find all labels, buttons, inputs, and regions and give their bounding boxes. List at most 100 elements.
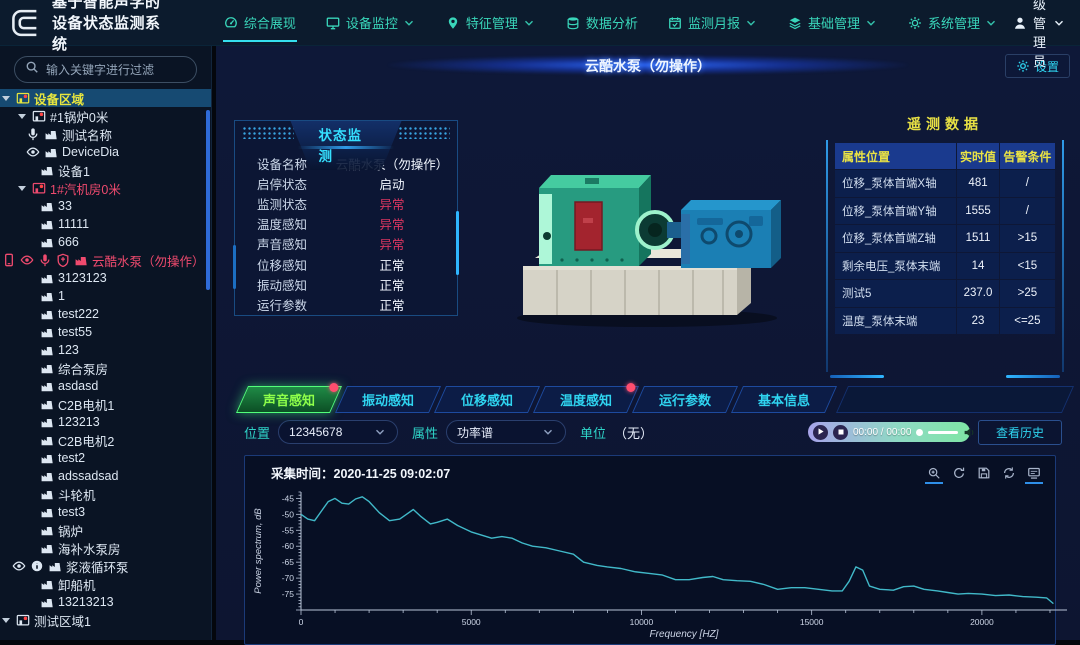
tree-item[interactable]: 13213213 [0, 593, 211, 611]
tree-item[interactable]: adssadsad [0, 467, 211, 485]
search-box[interactable] [14, 56, 197, 83]
tree-item[interactable]: test3 [0, 503, 211, 521]
save-tool-icon[interactable] [977, 466, 991, 480]
factory-icon [40, 163, 54, 177]
svg-text:Power spectrum, dB: Power spectrum, dB [253, 508, 264, 594]
tree-item[interactable]: 1#汽机房0米 [0, 179, 211, 197]
location-select[interactable]: 12345678 [278, 420, 398, 444]
expander-icon[interactable] [18, 186, 26, 191]
audio-player: 00:00 / 00:00 [808, 422, 970, 442]
tree-item[interactable]: 测试区域1 [0, 611, 211, 629]
table-cell: <15 [1000, 253, 1055, 280]
nav-item[interactable]: 基础管理 [773, 0, 893, 45]
tab-运行参数[interactable]: 运行参数 [632, 386, 738, 413]
nav-item[interactable]: 系统管理 [893, 0, 1013, 45]
nav-item[interactable]: 监测月报 [653, 0, 773, 45]
expander-icon[interactable] [2, 96, 10, 101]
tab-声音感知[interactable]: 声音感知 [236, 386, 342, 413]
tab-位移感知[interactable]: 位移感知 [434, 386, 540, 413]
tree-item[interactable]: 测试名称 [0, 125, 211, 143]
tree-item[interactable]: 卸船机 [0, 575, 211, 593]
speaker-icon[interactable] [963, 426, 976, 439]
tree-item[interactable]: 浆液循环泵 [0, 557, 211, 575]
history-label: 查看历史 [996, 424, 1044, 441]
table-cell: / [1000, 170, 1055, 197]
svg-text:-70: -70 [282, 573, 295, 583]
factory-icon [74, 253, 88, 267]
tree-item[interactable]: DeviceDia [0, 143, 211, 161]
tree-item[interactable]: test55 [0, 323, 211, 341]
tree-item[interactable]: 1 [0, 287, 211, 305]
tree-item[interactable]: test2 [0, 449, 211, 467]
expander-icon[interactable] [18, 114, 26, 119]
tree-item[interactable]: 设备区域 [0, 89, 211, 107]
refresh-tool-icon[interactable] [1002, 466, 1016, 480]
monitor-icon [326, 16, 340, 30]
tab-振动感知[interactable]: 振动感知 [335, 386, 441, 413]
user-menu[interactable]: 超级管理员 [1013, 0, 1066, 70]
tree-item[interactable]: 3123123 [0, 269, 211, 287]
stop-button[interactable] [833, 425, 848, 440]
factory-icon [40, 469, 54, 483]
tree-item[interactable]: 设备1 [0, 161, 211, 179]
user-icon [1013, 16, 1027, 30]
tab-温度感知[interactable]: 温度感知 [533, 386, 639, 413]
attribute-select[interactable]: 功率谱 [446, 420, 566, 444]
expander-icon[interactable] [2, 618, 10, 623]
table-cell: <=25 [1000, 308, 1055, 335]
status-label: 声音感知 [235, 234, 327, 253]
mic-icon [26, 127, 40, 141]
tree-item-label: 1 [58, 289, 65, 303]
nav-item-label: 数据分析 [586, 13, 638, 32]
chevron-down-icon [541, 425, 555, 439]
volume-slider-handle[interactable] [916, 429, 923, 436]
pump-3d-view[interactable] [458, 92, 826, 380]
tree-item[interactable]: 666 [0, 233, 211, 251]
tree-item[interactable]: 11111 [0, 215, 211, 233]
tree-item-label: 1#汽机房0米 [50, 179, 121, 197]
table-cell: 温度_泵体末端 [835, 308, 956, 335]
factory-icon [40, 415, 54, 429]
view-history-button[interactable]: 查看历史 [978, 420, 1062, 445]
tree-item-label: 浆液循环泵 [66, 557, 129, 575]
tree-item[interactable]: 综合泵房 [0, 359, 211, 377]
restore-tool-icon[interactable] [952, 466, 966, 480]
table-row: 测试5237.0>25 [835, 280, 1055, 307]
tree-item[interactable]: #1锅炉0米 [0, 107, 211, 125]
nav-item[interactable]: 特征管理 [431, 0, 551, 45]
factory-icon [40, 595, 54, 609]
zoom-tool-icon[interactable] [927, 466, 941, 480]
table-cell: >25 [1000, 280, 1055, 307]
tree-item[interactable]: 锅炉 [0, 521, 211, 539]
factory-icon [40, 199, 54, 213]
svg-text:15000: 15000 [800, 617, 824, 627]
tree-item[interactable]: asdasd [0, 377, 211, 395]
spectrum-chart[interactable]: -45-50-55-60-65-70-750500010000150002000… [249, 484, 1080, 640]
volume-slider-track[interactable] [928, 431, 958, 434]
tree-item[interactable]: 123213 [0, 413, 211, 431]
status-value: 正常 [327, 275, 457, 294]
nav-item[interactable]: 设备监控 [311, 0, 431, 45]
sidebar-scrollbar[interactable] [206, 110, 210, 290]
factory-icon [40, 397, 54, 411]
nav-item[interactable]: 综合展现 [209, 0, 311, 45]
mic-icon [38, 253, 52, 267]
tree-item[interactable]: C2B电机1 [0, 395, 211, 413]
nav-item[interactable]: 数据分析 [551, 0, 653, 45]
tree-item[interactable]: 海补水泵房 [0, 539, 211, 557]
table-cell: 237.0 [957, 280, 998, 307]
telemetry-header: 属性位置 [835, 143, 956, 169]
tree-item[interactable]: 33 [0, 197, 211, 215]
tree-item[interactable]: C2B电机2 [0, 431, 211, 449]
play-button[interactable] [813, 425, 828, 440]
tree-item[interactable]: 斗轮机 [0, 485, 211, 503]
factory-icon [48, 559, 62, 573]
nav-item-label: 设备监控 [346, 13, 398, 32]
tab-基本信息[interactable]: 基本信息 [731, 386, 837, 413]
tree-item[interactable]: 123 [0, 341, 211, 359]
search-input[interactable] [46, 63, 186, 77]
dataview-tool-icon[interactable] [1027, 466, 1041, 480]
status-value: 异常 [327, 214, 457, 233]
tree-item[interactable]: 云酷水泵（勿操作） [0, 251, 211, 269]
tree-item[interactable]: test222 [0, 305, 211, 323]
